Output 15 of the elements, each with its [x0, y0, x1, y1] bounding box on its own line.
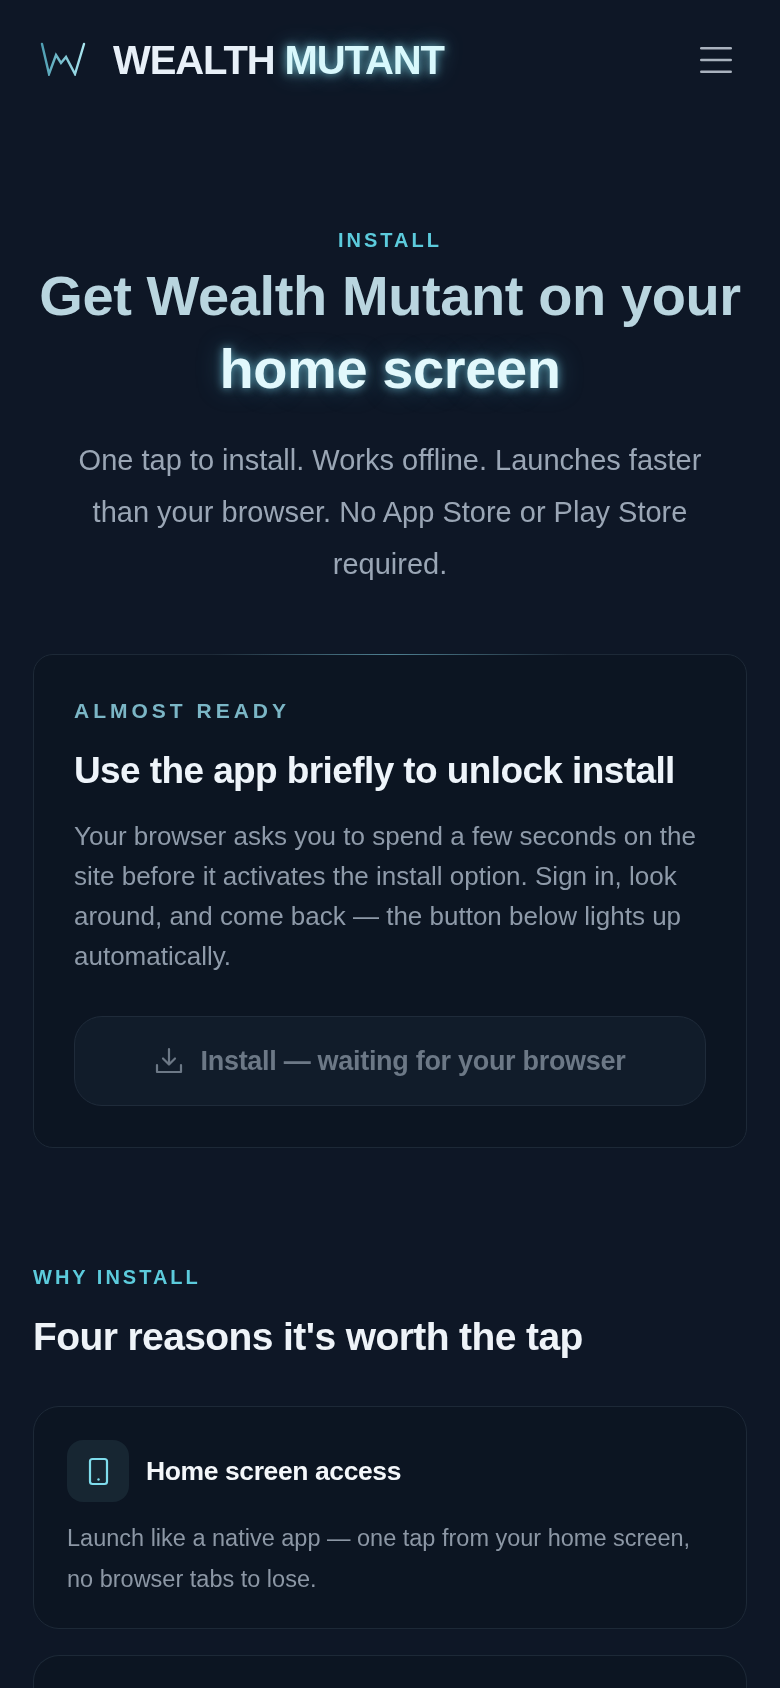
- download-icon: [154, 1047, 183, 1075]
- feature-title: Home screen access: [146, 1455, 402, 1487]
- card-body: Your browser asks you to spend a few seconds on the site before it activates the install option. Sign in, look around, and come back — the button below lights up automatically.: [74, 820, 697, 973]
- section-eyebrow: WHY INSTALL: [33, 1265, 202, 1289]
- phone-icon: [67, 1440, 129, 1502]
- hero-heading: Get Wealth Mutant on your home screen: [38, 263, 742, 402]
- logo-text[interactable]: WEALTH MUTANT: [113, 37, 444, 83]
- feature-description: Launch like a native app — one tap from your home screen, no browser tabs to lose.: [67, 1524, 692, 1594]
- section-eyebrow: INSTALL: [338, 228, 442, 252]
- logo-icon: [40, 42, 86, 76]
- hero-subtitle: One tap to install. Works offline. Launches faster than your browser. No App Store or Play Store required.: [77, 443, 703, 582]
- menu-icon[interactable]: [700, 46, 732, 74]
- card-title: Use the app briefly to unlock install: [74, 749, 676, 793]
- card-eyebrow: ALMOST READY: [74, 699, 291, 723]
- section-heading: Four reasons it's worth the tap: [33, 1315, 584, 1359]
